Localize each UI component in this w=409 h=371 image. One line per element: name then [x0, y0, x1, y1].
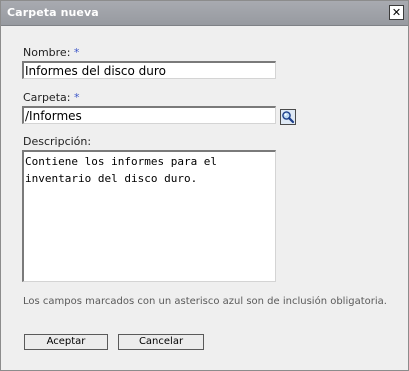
- name-label-text: Nombre:: [23, 46, 71, 59]
- browse-folder-button[interactable]: [280, 109, 296, 125]
- cancel-button[interactable]: Cancelar: [118, 334, 204, 350]
- name-label: Nombre: *: [23, 46, 79, 59]
- dialog-titlebar[interactable]: Carpeta nueva ✕: [1, 1, 408, 26]
- accept-button[interactable]: Aceptar: [24, 334, 108, 350]
- new-folder-dialog: Carpeta nueva ✕ Nombre: * Informes del d…: [0, 0, 409, 371]
- description-label: Descripción:: [23, 135, 92, 148]
- folder-required-asterisk: *: [73, 91, 80, 104]
- folder-input[interactable]: /Informes: [22, 106, 276, 124]
- folder-label: Carpeta: *: [23, 91, 79, 104]
- name-input[interactable]: Informes del disco duro: [22, 61, 276, 79]
- folder-label-text: Carpeta:: [23, 91, 71, 104]
- required-fields-hint: Los campos marcados con un asterisco azu…: [23, 296, 387, 307]
- dialog-title: Carpeta nueva: [7, 6, 99, 19]
- magnifier-icon: [281, 110, 295, 124]
- close-icon[interactable]: ✕: [389, 5, 404, 20]
- description-textarea[interactable]: Contiene los informes para el inventario…: [22, 150, 276, 282]
- name-required-asterisk: *: [73, 46, 80, 59]
